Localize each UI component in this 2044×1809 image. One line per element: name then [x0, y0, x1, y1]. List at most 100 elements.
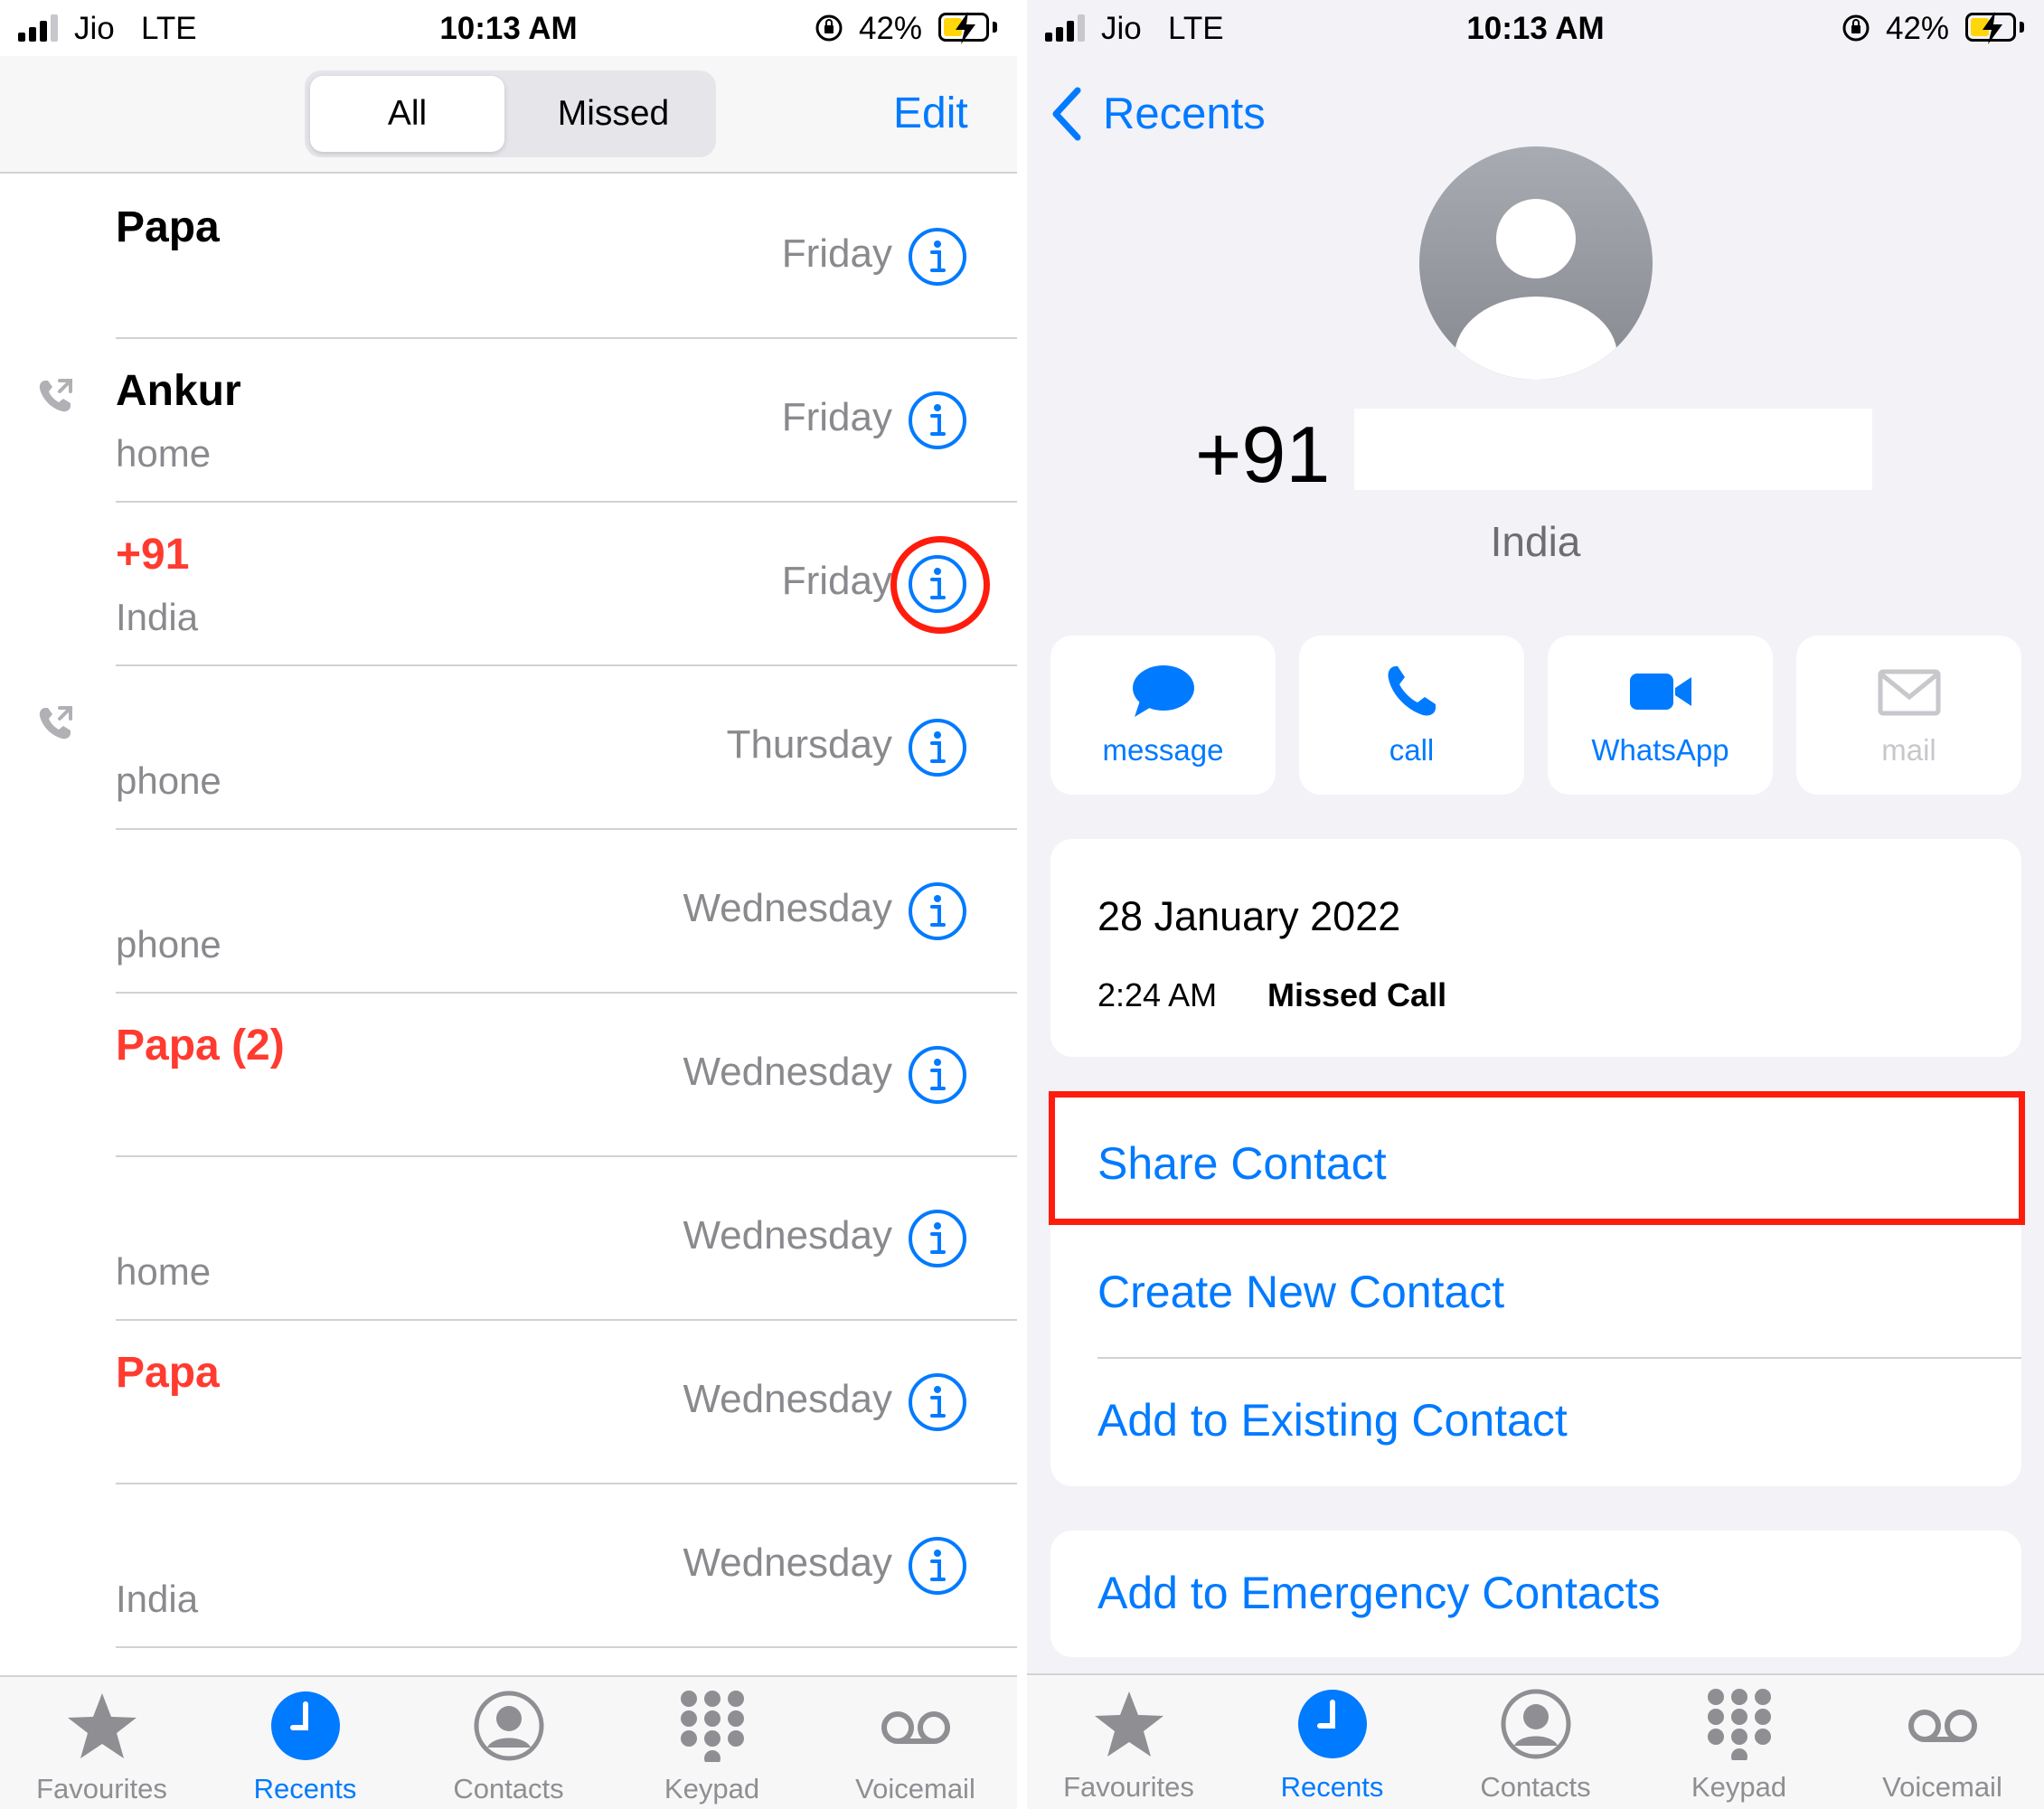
battery-percent: 42% — [1886, 11, 1950, 46]
call-detail-screen: Jio LTE 10:13 AM 42% Recents +91 India m… — [1027, 0, 2044, 1809]
tab-voicemail[interactable]: Voicemail — [814, 1677, 1017, 1809]
info-icon[interactable] — [908, 1536, 967, 1596]
tab-contacts[interactable]: Contacts — [407, 1677, 610, 1809]
tab-label: Recents — [1280, 1771, 1384, 1803]
call-day: Wednesday — [683, 1050, 892, 1094]
info-icon[interactable] — [908, 391, 967, 450]
call-day: Friday — [781, 231, 892, 276]
phone-number: +91 — [1195, 410, 1331, 499]
battery-icon — [938, 12, 989, 44]
tab-label: Voicemail — [1882, 1771, 2002, 1803]
call-day: Wednesday — [683, 1540, 892, 1585]
info-icon[interactable] — [908, 1045, 967, 1105]
call-day: Friday — [781, 559, 892, 603]
tab-label: Contacts — [453, 1773, 564, 1804]
call-row[interactable]: +91 India Friday — [0, 503, 1017, 666]
tab-label: Voicemail — [855, 1773, 975, 1804]
divider — [1097, 1357, 2021, 1359]
call-row[interactable]: phone Thursday — [0, 666, 1017, 830]
recents-screen: Jio LTE 10:13 AM 42% All Missed Edit Pap… — [0, 0, 1017, 1809]
call-row[interactable]: Papa (2) Wednesday — [0, 994, 1017, 1157]
call-day: Thursday — [726, 722, 892, 767]
call-status: Missed Call — [1267, 976, 1447, 1013]
call-date: 28 January 2022 — [1097, 893, 1401, 939]
tab-keypad[interactable]: Keypad — [1637, 1675, 1841, 1809]
tab-label: Favourites — [36, 1773, 167, 1804]
caller-name: Papa — [116, 203, 220, 251]
orientation-lock-icon — [1842, 14, 1870, 42]
redacted-number — [1354, 409, 1872, 490]
highlight-box — [1049, 1091, 2025, 1225]
call-row[interactable]: home Wednesday — [0, 1157, 1017, 1321]
tab-label: Keypad — [1691, 1771, 1787, 1803]
call-row[interactable]: Papa Wednesday — [0, 1321, 1017, 1484]
message-button[interactable]: message — [1050, 636, 1276, 795]
tab-label: Favourites — [1063, 1771, 1194, 1803]
segment-all[interactable]: All — [310, 76, 504, 152]
tab-label: Contacts — [1480, 1771, 1591, 1803]
caller-subtitle: India — [116, 1578, 199, 1620]
call-button[interactable]: call — [1299, 636, 1524, 795]
caller-name: Papa — [116, 1349, 220, 1397]
caller-subtitle: phone — [116, 923, 221, 966]
chevron-left-icon — [1052, 87, 1081, 141]
tab-favourites[interactable]: Favourites — [0, 1677, 203, 1809]
tab-recents[interactable]: Recents — [203, 1677, 407, 1809]
country-label: India — [1490, 518, 1581, 565]
whatsapp-label: WhatsApp — [1591, 733, 1729, 767]
call-row[interactable]: Ankur home Friday — [0, 339, 1017, 503]
outgoing-call-icon — [34, 375, 76, 417]
call-day: Wednesday — [683, 1377, 892, 1421]
status-bar: Jio LTE 10:13 AM 42% — [1027, 0, 2044, 56]
segment-missed[interactable]: Missed — [516, 76, 711, 152]
caller-subtitle: home — [116, 432, 212, 475]
call-row[interactable]: India Wednesday — [0, 1484, 1017, 1648]
tab-bar: Favourites Recents Contacts Keypad Voicemail — [0, 1675, 1017, 1809]
tab-label: Recents — [253, 1773, 357, 1804]
message-bubble-icon — [1133, 665, 1194, 717]
envelope-icon — [1878, 669, 1941, 716]
create-new-contact-button[interactable]: Create New Contact — [1097, 1266, 1504, 1318]
video-icon — [1630, 674, 1691, 710]
tab-voicemail[interactable]: Voicemail — [1841, 1675, 2044, 1809]
caller-subtitle: home — [116, 1250, 212, 1293]
caller-subtitle: phone — [116, 759, 221, 802]
mail-button[interactable]: mail — [1796, 636, 2021, 795]
info-icon[interactable] — [908, 718, 967, 777]
filter-segmented-control: All Missed — [305, 71, 716, 157]
back-label: Recents — [1103, 90, 1266, 138]
caller-subtitle: India — [116, 596, 199, 638]
tab-recents[interactable]: Recents — [1230, 1675, 1434, 1809]
tab-label: Keypad — [664, 1773, 760, 1804]
caller-name: Papa (2) — [116, 1022, 285, 1069]
whatsapp-video-button[interactable]: WhatsApp — [1548, 636, 1773, 795]
emergency-card: Add to Emergency Contacts — [1050, 1531, 2021, 1657]
status-bar: Jio LTE 10:13 AM 42% — [0, 0, 1017, 56]
tab-favourites[interactable]: Favourites — [1027, 1675, 1230, 1809]
tab-contacts[interactable]: Contacts — [1434, 1675, 1637, 1809]
call-row[interactable]: phone Wednesday — [0, 830, 1017, 994]
edit-button[interactable]: Edit — [893, 89, 968, 138]
quick-actions: message call WhatsApp mail — [1050, 636, 2021, 795]
call-row[interactable]: Papa Friday — [0, 175, 1017, 339]
battery-icon — [1965, 12, 2016, 44]
mail-label: mail — [1881, 733, 1936, 767]
highlight-circle — [890, 536, 990, 634]
call-day: Friday — [781, 395, 892, 439]
call-log-card: 28 January 2022 2:24 AM Missed Call — [1050, 839, 2021, 1057]
recents-list: Papa Friday Ankur home Friday +91 India Friday… — [0, 175, 1017, 1648]
contact-options-card: Share Contact Create New Contact Add to … — [1049, 1091, 2025, 1486]
message-label: message — [1102, 733, 1224, 767]
info-icon[interactable] — [908, 227, 967, 287]
orientation-lock-icon — [815, 14, 843, 42]
info-icon[interactable] — [908, 1372, 967, 1432]
recents-header: All Missed Edit — [0, 56, 1017, 174]
person-silhouette-icon — [1455, 199, 1617, 380]
info-icon[interactable] — [908, 881, 967, 941]
tab-keypad[interactable]: Keypad — [610, 1677, 814, 1809]
add-to-existing-contact-button[interactable]: Add to Existing Contact — [1097, 1394, 1568, 1446]
battery-percent: 42% — [859, 11, 923, 46]
tab-bar: Favourites Recents Contacts Keypad Voicemail — [1027, 1673, 2044, 1809]
add-to-emergency-contacts-button[interactable]: Add to Emergency Contacts — [1097, 1567, 1661, 1619]
info-icon[interactable] — [908, 1209, 967, 1268]
